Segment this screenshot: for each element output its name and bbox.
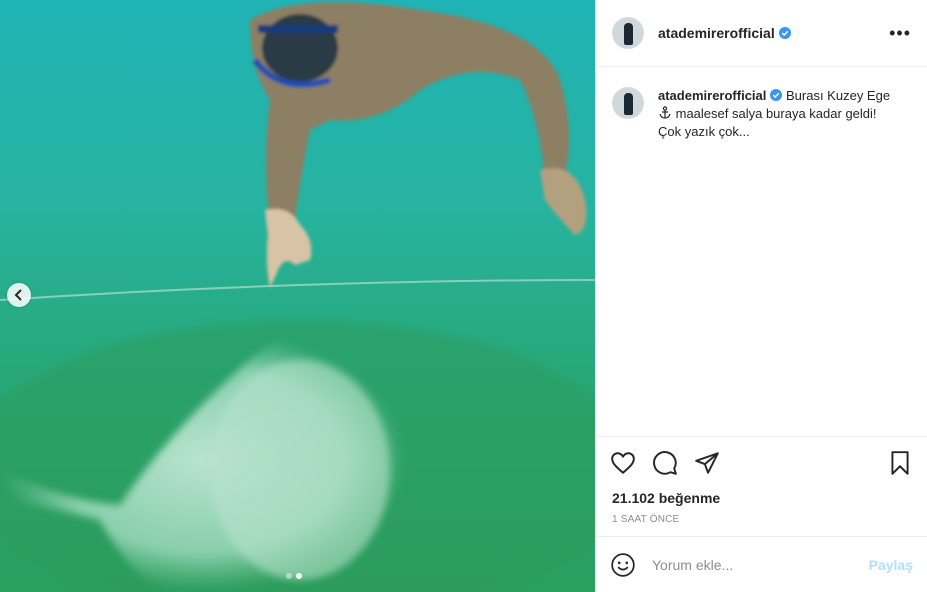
post-header: atademirerofficial ••• (596, 0, 927, 67)
carousel-dot (286, 573, 292, 579)
instagram-post: atademirerofficial ••• atademirerofficia… (0, 0, 927, 592)
caption-line-1: Burası Kuzey Ege (786, 88, 891, 103)
post-media (0, 0, 595, 592)
caption-username[interactable]: atademirerofficial (658, 88, 766, 103)
carousel-dots (286, 573, 302, 579)
username-link[interactable]: atademirerofficial (658, 25, 791, 41)
chevron-left-icon (14, 289, 22, 301)
username-text: atademirerofficial (658, 25, 775, 41)
caption-line-3: Çok yazık çok... (658, 124, 750, 139)
more-options-icon[interactable]: ••• (889, 24, 911, 42)
share-icon[interactable] (694, 450, 720, 476)
post-timestamp[interactable]: 1 SAAT ÖNCE (596, 508, 927, 536)
verified-badge-icon (778, 27, 791, 39)
bookmark-icon[interactable] (887, 450, 913, 476)
verified-badge-icon (770, 89, 783, 101)
comment-icon[interactable] (652, 450, 678, 476)
heart-icon[interactable] (610, 450, 636, 476)
action-bar (596, 436, 927, 488)
anchor-icon (659, 106, 671, 119)
carousel-prev-button[interactable] (7, 283, 31, 307)
caption: atademirerofficial Burası Kuzey Ege maal… (658, 87, 908, 141)
post-comment-button[interactable]: Paylaş (869, 557, 913, 573)
post-sidebar: atademirerofficial ••• atademirerofficia… (595, 0, 927, 592)
caption-line-2: maalesef salya buraya kadar geldi! (675, 106, 877, 121)
carousel-dot-active (296, 573, 302, 579)
like-count[interactable]: 21.102 beğenme (596, 488, 927, 508)
comment-input[interactable] (650, 555, 861, 574)
comment-bar: Paylaş (596, 536, 927, 592)
emoji-icon[interactable] (610, 552, 636, 578)
caption-avatar[interactable] (612, 87, 644, 119)
caption-area: atademirerofficial Burası Kuzey Ege maal… (596, 67, 927, 436)
avatar[interactable] (612, 17, 644, 49)
post-photo (0, 0, 595, 592)
